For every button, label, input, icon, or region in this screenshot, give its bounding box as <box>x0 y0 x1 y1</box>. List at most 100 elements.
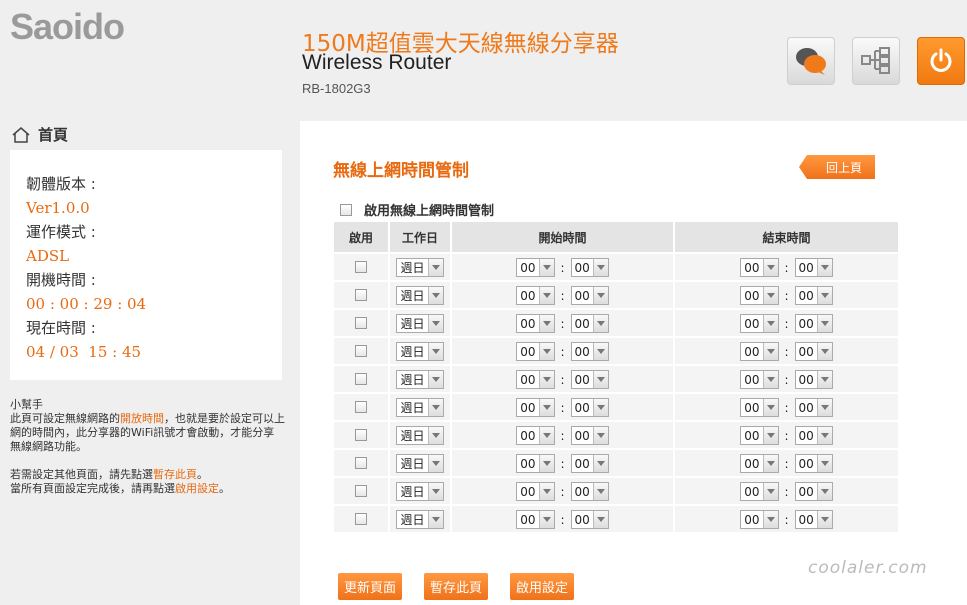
start-minute-select[interactable]: 00 <box>570 426 609 446</box>
product-name-en: Wireless Router <box>302 51 452 74</box>
end-minute-select[interactable]: 00 <box>794 398 833 418</box>
dropdown-arrow-icon <box>538 483 554 501</box>
refresh-button[interactable]: 更新頁面 <box>338 573 402 600</box>
dropdown-arrow-icon <box>762 455 778 473</box>
enable-schedule-checkbox[interactable] <box>340 203 352 216</box>
dropdown-arrow-icon <box>816 343 832 361</box>
home-link[interactable]: 首頁 <box>12 124 68 145</box>
time-separator: : <box>560 316 565 331</box>
row-enable-checkbox[interactable] <box>355 288 367 301</box>
helper-paragraph-1: 此頁可設定無線網路的開放時間，也就是要於設定可以上網的時間內，此分享器的WiFi… <box>10 412 285 453</box>
end-hour-select[interactable]: 00 <box>740 370 779 390</box>
start-hour-select[interactable]: 00 <box>516 342 555 362</box>
end-minute-select[interactable]: 00 <box>794 314 833 334</box>
power-button[interactable] <box>917 37 965 85</box>
end-minute-select[interactable]: 00 <box>794 258 833 278</box>
start-hour-select[interactable]: 00 <box>516 426 555 446</box>
start-hour-select[interactable]: 00 <box>516 286 555 306</box>
weekday-select[interactable]: 週日 <box>396 370 444 389</box>
end-minute-select[interactable]: 00 <box>794 286 833 306</box>
end-minute-select[interactable]: 00 <box>794 370 833 390</box>
end-hour-select[interactable]: 00 <box>740 314 779 334</box>
product-model: RB-1802G3 <box>302 81 371 96</box>
start-minute-select[interactable]: 00 <box>570 482 609 502</box>
end-minute-select[interactable]: 00 <box>794 454 833 474</box>
weekday-select[interactable]: 週日 <box>396 482 444 501</box>
start-hour-select[interactable]: 00 <box>516 510 555 530</box>
start-minute-select[interactable]: 00 <box>570 510 609 530</box>
mode-value: ADSL <box>26 247 70 265</box>
weekday-select[interactable]: 週日 <box>396 314 444 333</box>
dropdown-arrow-icon <box>816 427 832 445</box>
back-button[interactable]: 回上頁 <box>799 155 875 179</box>
network-button[interactable] <box>852 37 900 85</box>
end-hour-select[interactable]: 00 <box>740 258 779 278</box>
weekday-select[interactable]: 週日 <box>396 342 444 361</box>
row-enable-checkbox[interactable] <box>355 512 367 525</box>
apply-settings-button[interactable]: 啟用設定 <box>510 573 574 600</box>
dropdown-arrow-icon <box>816 259 832 277</box>
weekday-select[interactable]: 週日 <box>396 398 444 417</box>
start-minute-select[interactable]: 00 <box>570 398 609 418</box>
weekday-select[interactable]: 週日 <box>396 286 444 305</box>
home-icon <box>12 126 30 143</box>
end-hour-select[interactable]: 00 <box>740 426 779 446</box>
firmware-value: Ver1.0.0 <box>26 199 90 217</box>
time-separator: : <box>784 512 789 527</box>
chat-button[interactable] <box>787 37 835 85</box>
start-minute-select[interactable]: 00 <box>570 286 609 306</box>
start-hour-select[interactable]: 00 <box>516 454 555 474</box>
end-hour-select[interactable]: 00 <box>740 510 779 530</box>
start-hour-select[interactable]: 00 <box>516 482 555 502</box>
dropdown-arrow-icon <box>427 259 443 276</box>
start-minute-select[interactable]: 00 <box>570 370 609 390</box>
row-enable-checkbox[interactable] <box>355 260 367 273</box>
header-end-time: 結束時間 <box>675 222 898 252</box>
row-enable-checkbox[interactable] <box>355 372 367 385</box>
weekday-select[interactable]: 週日 <box>396 258 444 277</box>
time-separator: : <box>784 316 789 331</box>
row-enable-checkbox[interactable] <box>355 484 367 497</box>
row-enable-checkbox[interactable] <box>355 400 367 413</box>
weekday-select[interactable]: 週日 <box>396 510 444 529</box>
save-page-button[interactable]: 暫存此頁 <box>424 573 488 600</box>
time-separator: : <box>560 372 565 387</box>
row-enable-checkbox[interactable] <box>355 344 367 357</box>
row-enable-checkbox[interactable] <box>355 316 367 329</box>
row-enable-checkbox[interactable] <box>355 428 367 441</box>
start-hour-select[interactable]: 00 <box>516 258 555 278</box>
table-row: 週日 00:00 00:00 <box>334 364 898 392</box>
end-minute-select[interactable]: 00 <box>794 482 833 502</box>
weekday-select[interactable]: 週日 <box>396 426 444 445</box>
start-hour-select[interactable]: 00 <box>516 398 555 418</box>
end-hour-select[interactable]: 00 <box>740 398 779 418</box>
dropdown-arrow-icon <box>592 371 608 389</box>
end-minute-select[interactable]: 00 <box>794 426 833 446</box>
end-hour-select[interactable]: 00 <box>740 286 779 306</box>
end-minute-select[interactable]: 00 <box>794 342 833 362</box>
uptime-value: 00 : 00 : 29 : 04 <box>26 295 147 313</box>
dropdown-arrow-icon <box>427 455 443 472</box>
firmware-label: 韌體版本 : <box>26 175 96 193</box>
helper-paragraph-2: 若需設定其他頁面，請先點選暫存此頁。 <box>10 468 208 481</box>
row-enable-checkbox[interactable] <box>355 456 367 469</box>
time-separator: : <box>784 260 789 275</box>
dropdown-arrow-icon <box>592 399 608 417</box>
start-hour-select[interactable]: 00 <box>516 314 555 334</box>
dropdown-arrow-icon <box>592 483 608 501</box>
start-minute-select[interactable]: 00 <box>570 454 609 474</box>
end-hour-select[interactable]: 00 <box>740 342 779 362</box>
dropdown-arrow-icon <box>592 343 608 361</box>
end-hour-select[interactable]: 00 <box>740 482 779 502</box>
start-hour-select[interactable]: 00 <box>516 370 555 390</box>
start-minute-select[interactable]: 00 <box>570 342 609 362</box>
dropdown-arrow-icon <box>427 483 443 500</box>
weekday-select[interactable]: 週日 <box>396 454 444 473</box>
time-separator: : <box>560 344 565 359</box>
start-minute-select[interactable]: 00 <box>570 314 609 334</box>
start-minute-select[interactable]: 00 <box>570 258 609 278</box>
end-minute-select[interactable]: 00 <box>794 510 833 530</box>
time-separator: : <box>784 400 789 415</box>
end-hour-select[interactable]: 00 <box>740 454 779 474</box>
dropdown-arrow-icon <box>427 315 443 332</box>
